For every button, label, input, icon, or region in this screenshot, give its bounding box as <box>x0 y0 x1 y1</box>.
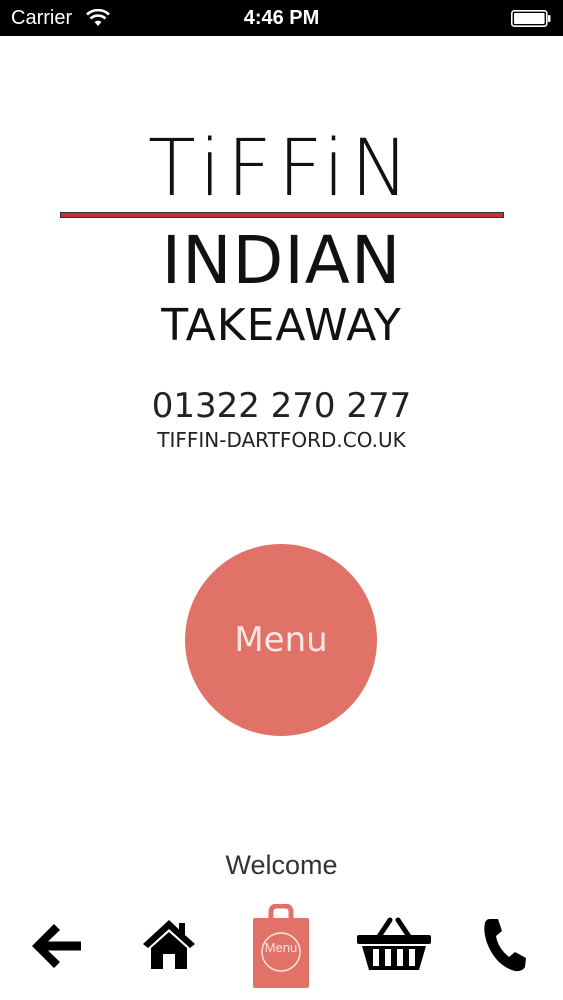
status-bar: Carrier 4:46 PM <box>0 0 563 36</box>
clock: 4:46 PM <box>243 7 320 29</box>
basket-button[interactable] <box>356 916 432 972</box>
battery-icon <box>511 10 551 27</box>
home-icon <box>143 920 195 969</box>
logo-tiffin: TiFFiN <box>148 124 415 214</box>
welcome-label: Welcome <box>225 850 338 880</box>
phone-number[interactable]: 01322 270 277 <box>0 384 563 428</box>
phone-icon <box>484 919 526 972</box>
home-button[interactable] <box>140 914 198 974</box>
back-button[interactable] <box>26 918 86 974</box>
menu-button[interactable]: Menu <box>185 544 377 736</box>
website-link[interactable]: TIFFIN-DARTFORD.CO.UK <box>0 426 563 454</box>
menu-tab-button[interactable]: Menu <box>251 904 311 990</box>
bottom-toolbar: Menu <box>0 900 563 1000</box>
basket-icon <box>357 917 431 970</box>
call-button[interactable] <box>482 916 528 974</box>
logo-takeaway: TAKEAWAY <box>161 300 402 351</box>
menu-tab-label: Menu <box>264 940 298 955</box>
logo-indian: INDIAN <box>161 222 402 299</box>
back-arrow-icon <box>32 924 81 968</box>
logo-divider <box>60 212 504 218</box>
